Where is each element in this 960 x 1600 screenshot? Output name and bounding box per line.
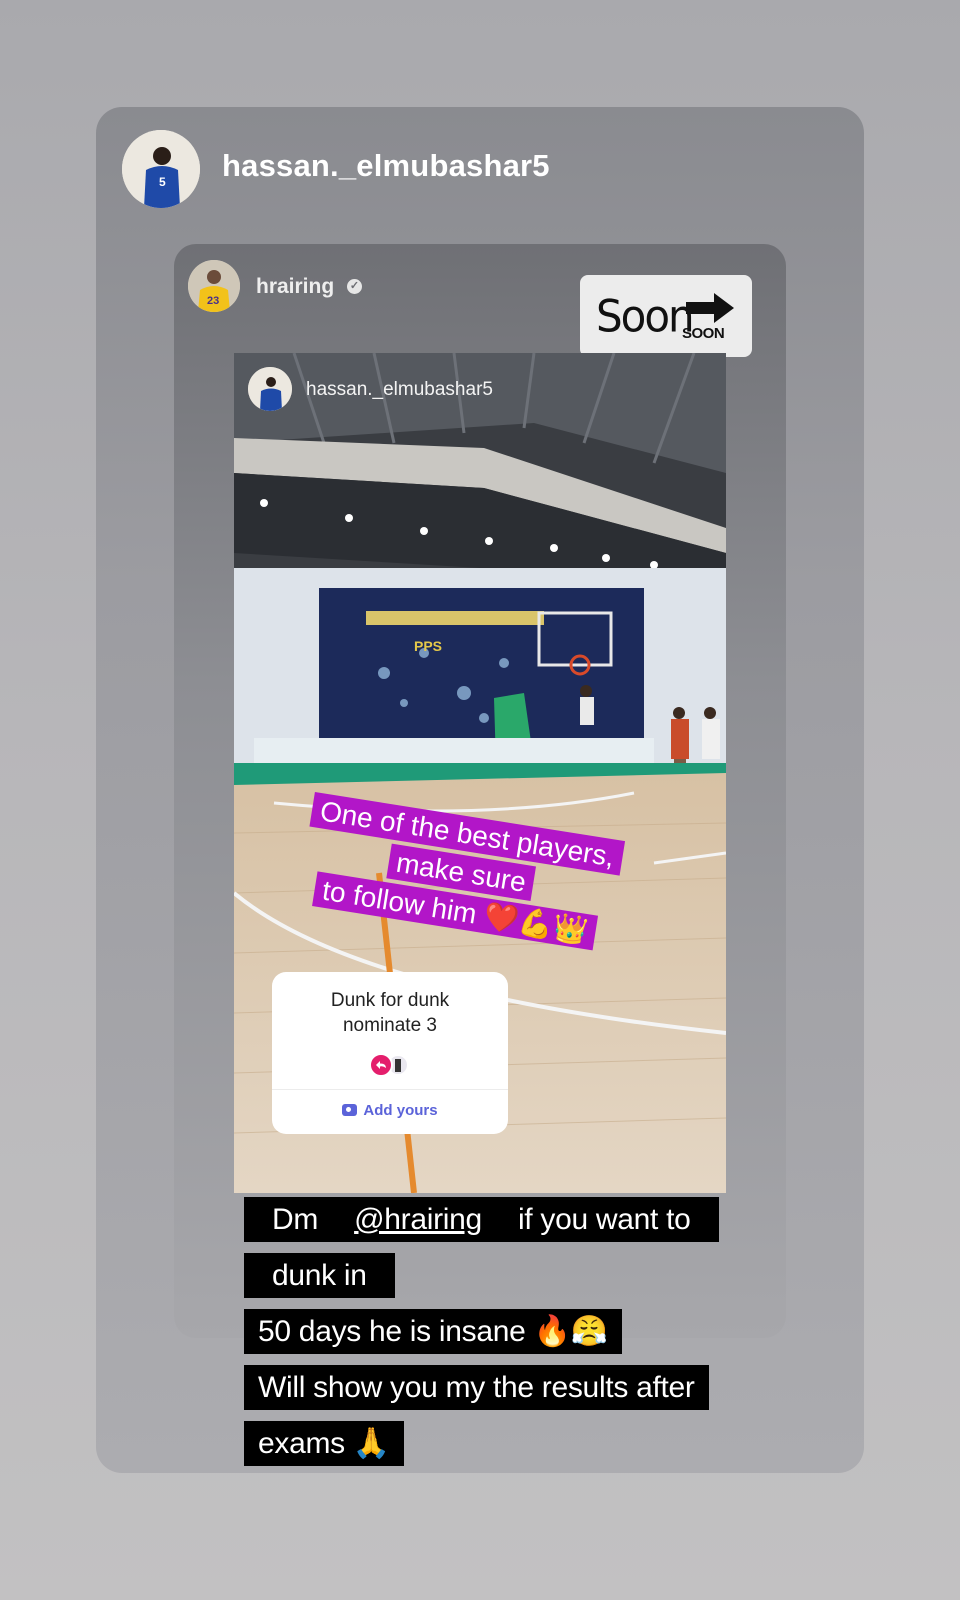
soon-sticker-small-text: SOON [682, 325, 725, 342]
owner-avatar[interactable]: 5 [122, 130, 200, 208]
add-yours-divider [272, 1089, 508, 1090]
svg-text:23: 23 [207, 295, 219, 307]
video-username[interactable]: hassan._elmubashar5 [306, 379, 493, 401]
participants-avatars[interactable] [368, 1053, 412, 1077]
add-yours-prompt: Dunk for dunk nominate 3 [330, 990, 450, 1036]
soon-sticker-text: Soon [596, 290, 695, 343]
verified-badge-icon: ✓ [347, 279, 362, 294]
caption-line-2: 50 days he is insane 🔥😤 [244, 1309, 622, 1354]
soon-sticker: Soon SOON [580, 275, 752, 357]
caption-line-4: exams 🙏 [244, 1421, 404, 1466]
camera-icon [342, 1104, 358, 1116]
caption-line-1: Dm @hrairing if you want to dunk in [244, 1197, 719, 1298]
svg-text:5: 5 [159, 175, 166, 189]
video-user-avatar[interactable] [248, 367, 292, 411]
add-yours-button[interactable]: Add yours [272, 1102, 508, 1119]
right-arrow-icon [686, 293, 734, 323]
svg-text:PPS: PPS [414, 638, 442, 654]
caption-line-1-prefix: Dm [258, 1197, 341, 1242]
owner-username[interactable]: hassan._elmubashar5 [222, 148, 550, 184]
mention-link[interactable]: @hrairing [340, 1197, 496, 1242]
shared-story-username[interactable]: hrairing [256, 275, 334, 299]
caption-line-3: Will show you my the results after [244, 1365, 709, 1410]
story-caption: Dm @hrairing if you want to dunk in 50 d… [244, 1194, 724, 1474]
shared-story-avatar[interactable]: 23 [188, 260, 240, 312]
add-yours-button-label: Add yours [363, 1102, 438, 1119]
add-yours-sticker[interactable]: Dunk for dunk nominate 3 Add yours [272, 972, 508, 1134]
